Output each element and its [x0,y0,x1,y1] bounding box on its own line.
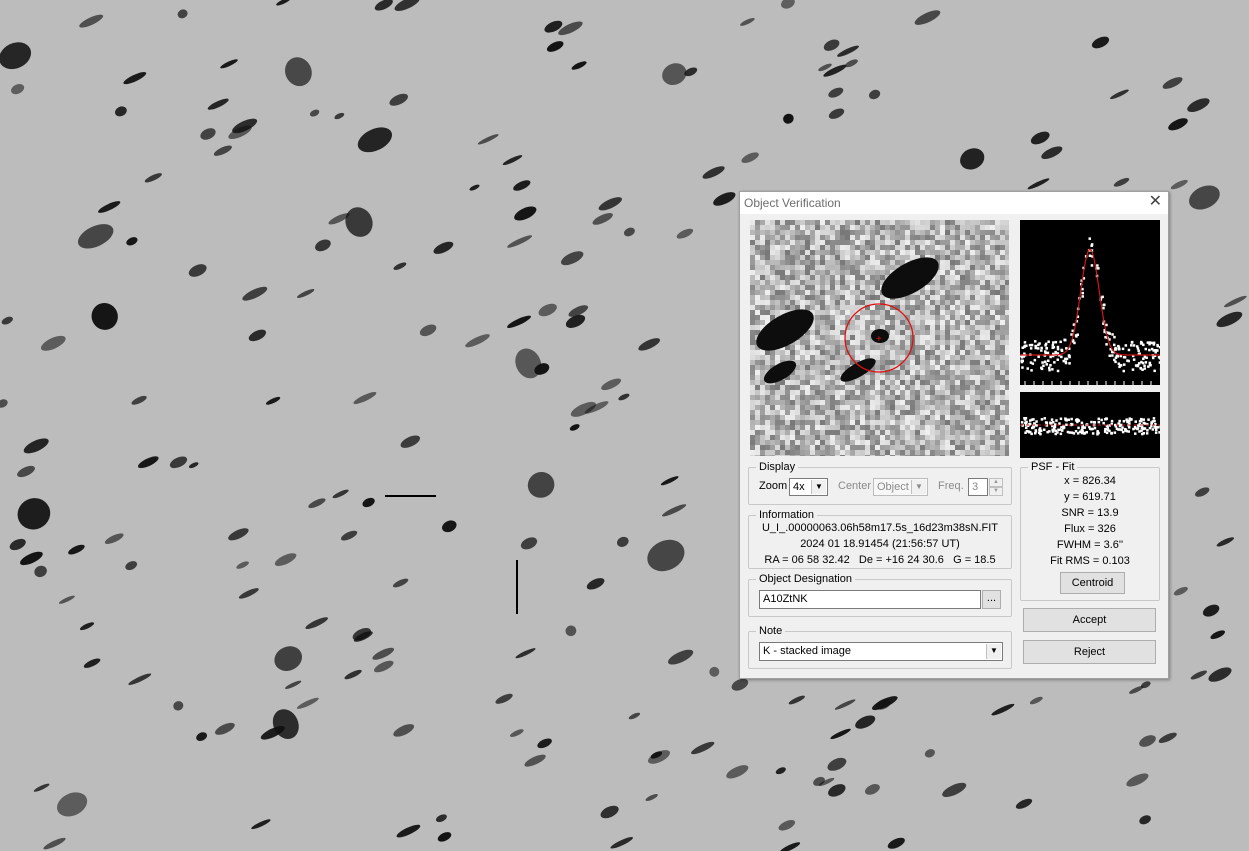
info-filename: U_I_.00000063.06h58m17.5s_16d23m38sN.FIT [761,522,999,534]
close-icon[interactable]: ✕ [1149,193,1162,211]
note-select[interactable]: K - stacked image ▼ [759,642,1003,661]
info-date: 2024 01 18.91454 (21:56:57 UT) [800,538,960,550]
display-legend: Display [756,461,799,473]
designation-input[interactable]: A10ZtNK [759,590,981,609]
reject-button[interactable]: Reject [1023,640,1156,664]
psf-snr: SNR = 13.9 [1061,507,1119,519]
psf-y: y = 619.71 [1064,491,1116,503]
freq-spin-up[interactable]: ▲ [989,478,1003,487]
freq-input[interactable]: 3 [968,478,988,496]
zoom-select-value: 4x [793,481,805,493]
target-center-marker: + [876,334,882,345]
psf-fit-rms: Fit RMS = 0.103 [1050,555,1130,567]
object-verification-dialog: Object Verification ✕ + Display Zoom 4x … [739,191,1169,679]
dialog-title: Object Verification [744,196,841,210]
psf-fit-group: PSF - Fit x = 826.34 y = 619.71 SNR = 13… [1020,461,1160,601]
accept-button[interactable]: Accept [1023,608,1156,632]
dialog-title-bar: Object Verification ✕ [740,192,1168,214]
freq-value: 3 [972,481,979,493]
freq-spin-down[interactable]: ▼ [989,487,1003,496]
chevron-down-icon: ▼ [811,480,826,494]
center-select-value: Object [877,481,909,493]
zoomed-preview-image[interactable]: + [750,220,1009,456]
reject-button-label: Reject [1073,646,1106,658]
display-group: Display Zoom 4x ▼ Center Object ▼ Freq. … [748,461,1012,505]
designation-group: Object Designation A10ZtNK ... [748,573,1012,617]
designation-legend: Object Designation [756,573,855,585]
accept-button-label: Accept [1072,614,1107,626]
designation-browse-button[interactable]: ... [982,590,1001,609]
center-label: Center [838,480,872,492]
psf-residual-plot [1020,392,1160,458]
psf-flux: Flux = 326 [1064,523,1116,535]
freq-label: Freq. [938,480,964,492]
psf-fwhm: FWHM = 3.6'' [1056,539,1124,551]
information-group: Information U_I_.00000063.06h58m17.5s_16… [748,509,1012,569]
psf-profile-plot [1020,220,1160,385]
zoom-label: Zoom [759,480,788,492]
note-legend: Note [756,625,786,637]
chevron-down-icon: ▼ [911,480,926,494]
centroid-button-label: Centroid [1071,577,1114,589]
psf-fit-legend: PSF - Fit [1028,461,1078,473]
info-coordinates: RA = 06 58 32.42 De = +16 24 30.6 G = 18… [764,554,996,566]
zoom-select[interactable]: 4x ▼ [789,478,828,496]
designation-value: A10ZtNK [763,593,808,605]
chevron-down-icon: ▼ [986,644,1001,659]
note-select-value: K - stacked image [763,645,852,657]
psf-x: x = 826.34 [1064,475,1116,487]
center-select[interactable]: Object ▼ [873,478,928,496]
centroid-button[interactable]: Centroid [1060,572,1125,594]
note-group: Note K - stacked image ▼ [748,625,1012,669]
